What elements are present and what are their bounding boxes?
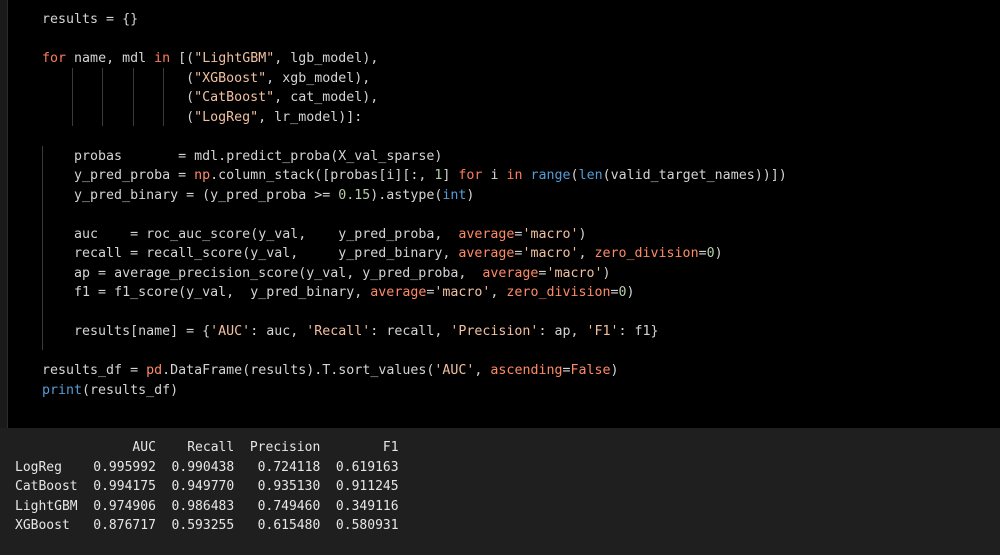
output-cell: 0.724118 [234, 459, 321, 475]
output-column-header: Precision [234, 440, 321, 455]
code-line[interactable]: ("LogReg", lr_model)]: [42, 108, 787, 128]
output-index-header [15, 438, 78, 458]
code-line[interactable]: ​ [42, 342, 787, 362]
output-cell: 0.593255 [155, 518, 235, 533]
output-cell: 0.949770 [155, 479, 235, 494]
code-cell[interactable]: results = {}​for name, mdl in [("LightGB… [0, 0, 1000, 428]
code-line[interactable]: ​ [42, 205, 787, 225]
output-cell: 0.935130 [234, 479, 321, 494]
code-line[interactable]: f1 = f1_score(y_val, y_pred_binary, aver… [42, 283, 787, 303]
output-header: AUC Recall Precision F1 [15, 438, 399, 458]
cell-output: AUC Recall Precision F1 LogReg 0.995992 0… [15, 438, 399, 536]
output-cell: 0.876717 [77, 518, 156, 533]
code-line[interactable]: ​ [42, 30, 787, 50]
output-column-header: Recall [155, 440, 235, 455]
output-cell: 0.619163 [320, 459, 399, 475]
output-column-header: AUC [77, 440, 156, 455]
output-cell: 0.349116 [320, 498, 399, 514]
cell-gutter [0, 0, 7, 428]
code-line[interactable]: results = {} [42, 10, 787, 30]
output-cell: 0.615480 [234, 518, 321, 533]
notebook-view: results = {}​for name, mdl in [("LightGB… [0, 0, 1000, 555]
output-cell: 0.986483 [155, 498, 235, 514]
code-line[interactable]: probas = mdl.predict_proba(X_val_sparse) [42, 147, 787, 167]
code-line[interactable]: ("XGBoost", xgb_model), [42, 69, 787, 89]
code-line[interactable]: y_pred_binary = (y_pred_proba >= 0.15).a… [42, 186, 787, 206]
output-cell: 0.995992 [77, 459, 156, 475]
output-row: LogReg 0.995992 0.990438 0.724118 0.6191… [15, 458, 399, 478]
cell-border [7, 0, 8, 428]
code-line[interactable]: results[name] = {'AUC': auc, 'Recall': r… [42, 322, 787, 342]
output-row-name: LightGBM [15, 498, 78, 514]
output-column-header: F1 [320, 440, 399, 455]
output-row: LightGBM 0.974906 0.986483 0.749460 0.34… [15, 497, 399, 517]
output-row-name: LogReg [15, 459, 78, 475]
code-line[interactable]: print(results_df) [42, 381, 787, 401]
output-row-name: XGBoost [15, 518, 78, 533]
code-line[interactable]: y_pred_proba = np.column_stack([probas[i… [42, 166, 787, 186]
output-row-name: CatBoost [15, 479, 78, 494]
code-editor[interactable]: results = {}​for name, mdl in [("LightGB… [42, 10, 787, 400]
output-row: XGBoost 0.876717 0.593255 0.615480 0.580… [15, 516, 399, 536]
output-cell: 0.990438 [155, 459, 235, 475]
output-cell: 0.974906 [77, 498, 156, 514]
code-line[interactable]: results_df = pd.DataFrame(results).T.sor… [42, 361, 787, 381]
code-line[interactable]: auc = roc_auc_score(y_val, y_pred_proba,… [42, 225, 787, 245]
output-cell: 0.994175 [77, 479, 156, 494]
code-line[interactable]: for name, mdl in [("LightGBM", lgb_model… [42, 49, 787, 69]
code-line[interactable]: ​ [42, 127, 787, 147]
output-row: CatBoost 0.994175 0.949770 0.935130 0.91… [15, 477, 399, 497]
code-line[interactable]: ​ [42, 303, 787, 323]
output-cell: 0.749460 [234, 498, 321, 514]
code-line[interactable]: recall = recall_score(y_val, y_pred_bina… [42, 244, 787, 264]
code-line[interactable]: ap = average_precision_score(y_val, y_pr… [42, 264, 787, 284]
output-cell: 0.580931 [320, 518, 399, 533]
code-line[interactable]: ("CatBoost", cat_model), [42, 88, 787, 108]
output-cell: 0.911245 [320, 479, 399, 494]
